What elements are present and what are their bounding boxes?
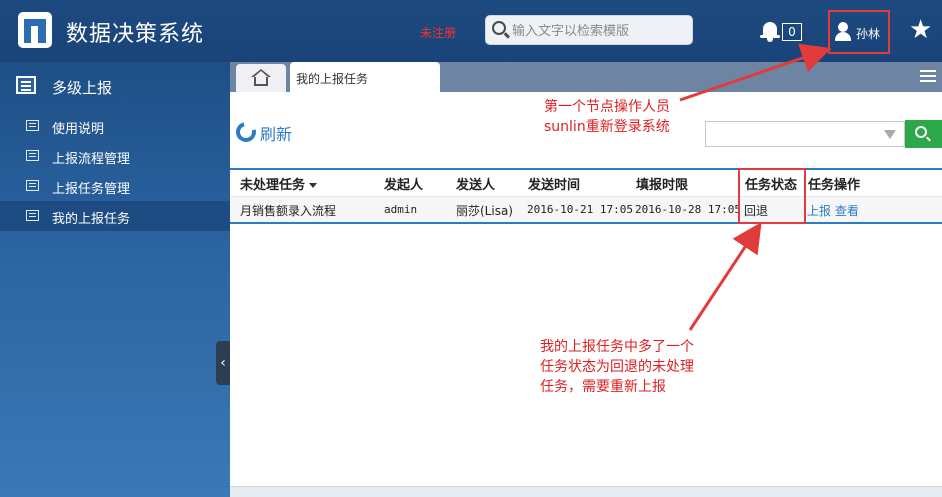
column-header-sender: 发送人 xyxy=(456,178,496,193)
sidebar-section-header[interactable]: 多级上报 xyxy=(0,62,230,108)
sidebar: 多级上报 使用说明 上报流程管理 上报任务管理 我的上报任务 ‹ xyxy=(0,62,230,497)
sidebar-section-title: 多级上报 xyxy=(52,79,113,97)
star-icon[interactable]: ★ xyxy=(909,15,932,45)
refresh-icon xyxy=(232,118,260,146)
sidebar-item-task-management[interactable]: 上报任务管理 xyxy=(0,171,230,201)
logo-icon xyxy=(18,12,52,48)
column-header-initiator: 发起人 xyxy=(384,178,424,193)
menu-icon[interactable] xyxy=(920,70,936,72)
annotation-rollback-task: 我的上报任务中多了一个 任务状态为回退的未处理 任务，需要重新上报 xyxy=(540,339,694,395)
column-header-send-time: 发送时间 xyxy=(528,178,581,193)
collapse-icon[interactable]: ‹ xyxy=(216,341,230,385)
sidebar-item-label: 上报任务管理 xyxy=(52,182,131,197)
doc-icon xyxy=(26,180,39,191)
user-name: 孙林 xyxy=(856,27,881,41)
cell-initiator: admin xyxy=(384,203,418,216)
horizontal-scrollbar[interactable] xyxy=(230,486,942,497)
table-top-border xyxy=(230,168,942,170)
cell-send-time: 2016-10-21 17:05 xyxy=(527,203,633,216)
table-bottom-border xyxy=(230,222,942,224)
doc-icon xyxy=(26,120,39,131)
refresh-label: 刷新 xyxy=(260,125,293,144)
filter-search-button[interactable] xyxy=(905,120,942,148)
sidebar-item-label: 上报流程管理 xyxy=(52,152,131,167)
report-link[interactable]: 上报 xyxy=(807,204,831,218)
sidebar-item-label: 我的上报任务 xyxy=(52,212,131,227)
notification-count-badge[interactable]: 0 xyxy=(782,23,802,41)
report-icon xyxy=(16,76,36,94)
template-search[interactable] xyxy=(485,15,693,45)
app-title: 数据决策系统 xyxy=(66,22,205,47)
tab-bar: 我的上报任务 xyxy=(230,62,942,92)
home-icon[interactable] xyxy=(236,64,286,92)
sidebar-item-my-tasks[interactable]: 我的上报任务 xyxy=(0,201,230,231)
cell-actions: 上报 查看 xyxy=(807,202,859,219)
cell-task: 月销售额录入流程 xyxy=(240,204,337,218)
doc-icon xyxy=(26,150,39,161)
sidebar-item-flow-management[interactable]: 上报流程管理 xyxy=(0,141,230,171)
column-header-actions: 任务操作 xyxy=(808,178,861,193)
column-header-deadline: 填报时限 xyxy=(636,178,689,193)
status-highlight-box xyxy=(738,168,806,224)
top-header: 数据决策系统 未注册 0 孙林 ★ xyxy=(0,0,942,62)
cell-deadline: 2016-10-28 17:05 xyxy=(635,203,741,216)
search-icon xyxy=(492,21,506,35)
column-header-task[interactable]: 未处理任务 xyxy=(240,174,318,193)
sort-down-icon xyxy=(309,183,318,188)
annotation-relogin: 第一个节点操作人员 sunlin重新登录系统 xyxy=(544,99,670,135)
tab-my-tasks[interactable]: 我的上报任务 xyxy=(290,62,440,92)
search-icon xyxy=(915,126,927,138)
user-menu-button[interactable]: 孙林 xyxy=(828,10,890,54)
dropdown-arrow-icon xyxy=(884,130,896,139)
cell-sender: 丽莎(Lisa) xyxy=(456,204,513,218)
filter-select[interactable] xyxy=(705,121,905,147)
tab-label: 我的上报任务 xyxy=(296,72,369,86)
bell-icon[interactable] xyxy=(760,20,780,42)
sidebar-item-usage-guide[interactable]: 使用说明 xyxy=(0,111,230,141)
doc-icon xyxy=(26,210,39,221)
view-link[interactable]: 查看 xyxy=(835,204,859,218)
user-icon xyxy=(838,22,848,32)
search-input[interactable] xyxy=(512,21,688,41)
unregistered-link[interactable]: 未注册 xyxy=(420,24,456,41)
sidebar-item-label: 使用说明 xyxy=(52,122,105,137)
